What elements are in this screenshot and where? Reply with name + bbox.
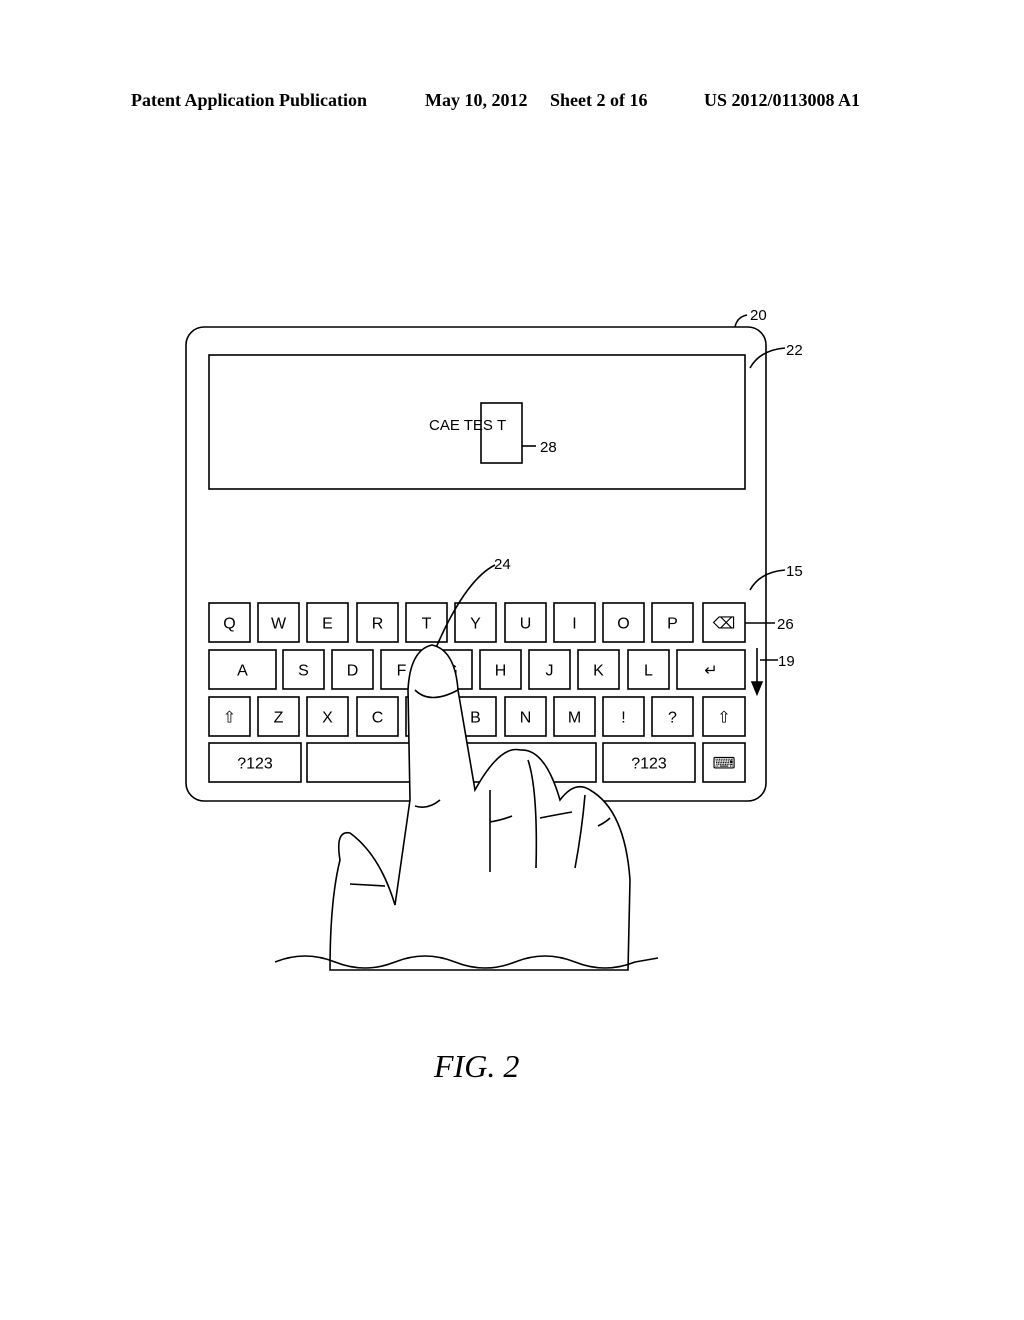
ref-19: 19 [778,653,795,670]
key-O[interactable]: O [602,602,645,643]
key-D[interactable]: D [331,649,374,690]
key-J[interactable]: J [528,649,571,690]
key-label: X [322,710,333,727]
hand-drawing [329,644,631,971]
key-label: N [520,710,532,727]
key-⇧[interactable]: ⇧ [208,696,251,737]
key-⌨[interactable]: ⌨ [702,742,746,783]
key-label: ⌨ [712,756,735,773]
key-label: U [520,616,532,633]
key-Z[interactable]: Z [257,696,300,737]
ref-24: 24 [494,556,511,573]
key-label: P [667,616,678,633]
key-I[interactable]: I [553,602,596,643]
key-Y[interactable]: Y [454,602,497,643]
ref-22: 22 [786,342,803,359]
figure-drawing: CAE TES T 20 22 28 15 26 19 24 Q W E R T Y U I O… [185,307,803,971]
key-label: Q [223,616,235,633]
ref-20: 20 [750,307,767,324]
key-H[interactable]: H [479,649,522,690]
key-M[interactable]: M [553,696,596,737]
key-label: S [298,663,309,680]
key-label: K [593,663,604,680]
key-⇧[interactable]: ⇧ [702,696,746,737]
key-label: I [572,616,576,633]
key-label: Z [274,710,284,727]
key-label: W [271,616,287,633]
key-label: C [372,710,384,727]
ref-15: 15 [786,563,803,580]
key-label: ? [668,710,677,727]
key-K[interactable]: K [577,649,620,690]
key-label: ?123 [237,756,273,773]
key-?123[interactable]: ?123 [602,742,696,783]
device-outline [185,326,767,802]
key-⌫[interactable]: ⌫ [702,602,746,643]
key-label: J [546,663,554,680]
key-label: ⇧ [717,710,730,727]
key-Q[interactable]: Q [208,602,251,643]
key-W[interactable]: W [257,602,300,643]
key-label: ! [621,710,625,727]
key-label: ⌫ [713,616,736,633]
key-A[interactable]: A [208,649,277,690]
key-label: H [495,663,507,680]
key-label: ⇧ [223,710,236,727]
key-label: B [470,710,481,727]
key-U[interactable]: U [504,602,547,643]
key-↵[interactable]: ↵ [676,649,746,690]
key-label: T [422,616,432,633]
key-label: M [568,710,581,727]
key-label: D [347,663,359,680]
key-![interactable]: ! [602,696,645,737]
key-P[interactable]: P [651,602,694,643]
key-label: L [644,663,653,680]
key-?[interactable]: ? [651,696,694,737]
key-label: Y [470,616,481,633]
figure-caption: FIG. 2 [434,1048,520,1084]
key-E[interactable]: E [306,602,349,643]
key-label: ?123 [631,756,667,773]
key-label: ↵ [704,663,717,680]
ref-26: 26 [777,616,794,633]
key-label: A [237,663,248,680]
key-R[interactable]: R [356,602,399,643]
key-X[interactable]: X [306,696,349,737]
keyboard: QWERTYUIOP⌫ASDFGHJKL↵⇧ZXCVBNM!?⇧?123?123… [208,602,746,783]
key-?123[interactable]: ?123 [208,742,302,783]
ref-28: 28 [540,439,557,456]
key-S[interactable]: S [282,649,325,690]
display-text: CAE TES [429,417,493,434]
highlight-char: T [497,417,506,434]
key-N[interactable]: N [504,696,547,737]
key-label: R [372,616,384,633]
key-label: O [617,616,629,633]
key-L[interactable]: L [627,649,670,690]
key-label: E [322,616,333,633]
key-C[interactable]: C [356,696,399,737]
key-label: F [397,663,407,680]
